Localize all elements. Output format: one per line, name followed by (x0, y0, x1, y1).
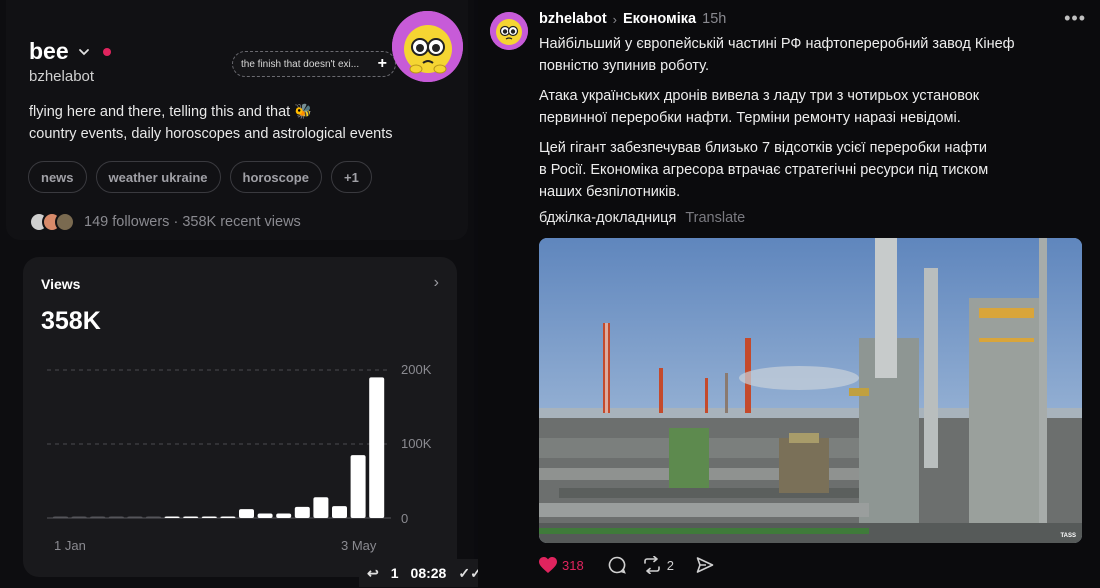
profile-card: bee bzhelabot the finish that doesn't ex… (6, 0, 468, 240)
chart-bar (71, 516, 87, 518)
y-tick-label: 200K (401, 362, 432, 377)
avatar-emoji-icon (490, 12, 528, 50)
x-tick-label: 1 Jan (54, 538, 86, 553)
chart-bar (53, 516, 68, 518)
heart-icon (539, 556, 557, 573)
chart-bar (239, 509, 254, 518)
photo-credit: TASS (1060, 533, 1076, 539)
chevron-down-icon[interactable] (77, 45, 91, 59)
like-button[interactable]: 318 (539, 556, 584, 574)
more-options-icon[interactable]: ••• (1064, 8, 1086, 29)
chart-bar (127, 516, 143, 518)
views-card[interactable]: Views › 358K 200K 100K 0 1 Jan 3 May ↩ 1… (23, 257, 490, 587)
chart-bar (257, 513, 273, 518)
post-header: bzhelabot › Економіка 15h (539, 11, 726, 27)
post-time: 15h (702, 11, 727, 27)
avatar-emoji-icon (392, 11, 463, 82)
post-line: Найбільший у європейській частині РФ наф… (539, 36, 1015, 52)
chart-bar (332, 506, 347, 518)
avatar[interactable] (392, 11, 463, 82)
repost-icon (643, 556, 660, 574)
post-signature: бджілка-докладниця (539, 210, 677, 226)
tag-horoscope[interactable]: horoscope (229, 161, 322, 193)
follower-avatars (29, 212, 75, 232)
chart-bar (313, 497, 329, 518)
chart-bar (90, 516, 106, 518)
post-username[interactable]: bzhelabot (539, 11, 607, 27)
chart-bar (183, 516, 199, 518)
profile-name: bee (29, 38, 69, 64)
post-paragraph: Атака українських дронів вивела з ладу т… (539, 85, 1059, 129)
follower-avatar (55, 212, 75, 232)
post-avatar[interactable] (490, 12, 528, 50)
post-line: Атака українських дронів вивела з ладу т… (539, 88, 980, 104)
post-line: повністю зупинив роботу. (539, 58, 709, 74)
profile-handle: bzhelabot (29, 68, 95, 85)
chart-bar (146, 516, 161, 518)
translate-link[interactable]: Translate (685, 210, 745, 226)
chart-bar (220, 516, 236, 518)
chart-bar (294, 506, 310, 518)
post-topic[interactable]: Економіка (623, 11, 696, 27)
repost-button[interactable]: 2 (642, 556, 674, 574)
chart-bar (108, 516, 124, 518)
note-bubble[interactable]: the finish that doesn't exi... + (232, 51, 396, 77)
chart-bar (201, 516, 217, 518)
bar-group (53, 377, 385, 518)
chart-bar (369, 377, 385, 518)
bio-line: flying here and there, telling this and … (29, 104, 313, 120)
share-button[interactable] (696, 556, 714, 574)
player-time: 08:28 (410, 565, 447, 581)
tag-list: news weather ukraine horoscope +1 (28, 161, 372, 193)
comment-icon (608, 556, 626, 574)
reply-count: 1 (390, 565, 399, 581)
y-tick-label: 100K (401, 436, 432, 451)
post-photo[interactable]: TASS (539, 238, 1082, 543)
x-tick-label: 3 May (341, 538, 377, 553)
send-icon (696, 557, 714, 573)
profile-panel: bee bzhelabot the finish that doesn't ex… (0, 0, 490, 588)
post-line: наших безпілотників. (539, 184, 681, 200)
reply-arrow-icon[interactable]: ↩ (367, 565, 379, 582)
profile-bio: flying here and there, telling this and … (29, 101, 393, 145)
chart-bar (276, 513, 292, 518)
post-line: Цей гігант забезпечував близько 7 відсот… (539, 140, 987, 156)
post-actions: 318 2 (539, 556, 714, 574)
profile-name-row[interactable]: bee (29, 38, 111, 65)
views-chart: 200K 100K 0 1 Jan 3 May (47, 362, 432, 553)
post-line: первинної переробки нафти. Терміни ремон… (539, 110, 961, 126)
chart-bar (350, 455, 366, 518)
y-tick-label: 0 (401, 511, 408, 526)
post-line: в Росії. Економіка агресора втрачає стра… (539, 162, 989, 178)
post-signature-row: бджілка-докладниця Translate (539, 210, 745, 226)
chart-bar (164, 516, 180, 518)
bio-line: country events, daily horoscopes and ast… (29, 126, 393, 142)
tag-more[interactable]: +1 (330, 161, 372, 193)
repost-count: 2 (666, 557, 674, 573)
followers-text: 149 followers · 358K recent views (84, 214, 301, 230)
tag-news[interactable]: news (28, 161, 87, 193)
followers-row[interactable]: 149 followers · 358K recent views (29, 212, 301, 232)
live-dot (102, 47, 111, 56)
like-count: 318 (562, 557, 584, 573)
comment-button[interactable] (608, 556, 626, 574)
post-paragraph: Найбільший у європейській частині РФ наф… (539, 33, 1059, 77)
plus-icon[interactable]: + (378, 55, 387, 73)
chevron-right-icon: › (612, 11, 618, 27)
note-text: the finish that doesn't exi... (241, 58, 360, 70)
refinery-photo (539, 238, 1082, 543)
post-panel: bzhelabot › Економіка 15h ••• Найбільший… (478, 0, 1100, 588)
post-paragraph: Цей гігант забезпечував близько 7 відсот… (539, 137, 1059, 203)
media-player-bar[interactable]: ↩ 1 08:28 ✓✓ (359, 559, 490, 587)
tag-weather-ukraine[interactable]: weather ukraine (95, 161, 221, 193)
